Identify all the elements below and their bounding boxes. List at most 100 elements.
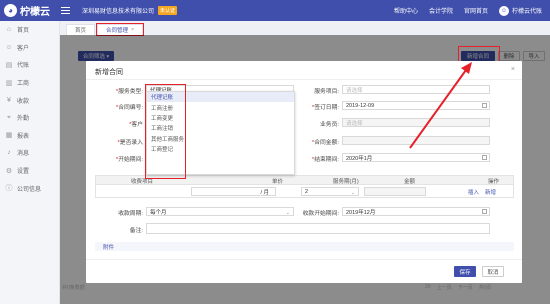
sidebar-item-label: 消息 (17, 151, 30, 158)
sidebar-item-label: 首页 (17, 28, 30, 35)
tab-bar: 首页 合同管理 × (60, 21, 550, 36)
user-icon: ☺ (5, 43, 13, 51)
amount-input[interactable] (342, 136, 490, 145)
end-period-input[interactable]: 2020年1月 (342, 153, 490, 162)
add-row-link[interactable]: 新增 (485, 188, 496, 196)
info-icon: ⓘ (5, 185, 13, 193)
verify-badge[interactable]: 未认证 (158, 6, 178, 15)
sidebar-item-label: 外勤 (17, 116, 30, 123)
renewal-label: *是否录入 (117, 140, 143, 146)
collect-start-label: 收款开始期间: (302, 211, 339, 217)
service-type-label: *服务类型: (115, 89, 143, 95)
service-item-select[interactable]: 请选择 (342, 85, 490, 94)
close-icon[interactable]: × (511, 66, 515, 73)
months-input[interactable]: 2 ⌄ (301, 187, 359, 196)
company-name: 深圳易财信息技术有限公司 (82, 9, 155, 15)
tab-label: 合同管理 (106, 28, 129, 34)
official-home-link[interactable]: 官网首页 (464, 6, 488, 15)
page-total: 共0页 (478, 285, 492, 291)
next-page-button[interactable]: 下一页 (458, 284, 473, 291)
close-icon[interactable]: × (131, 27, 134, 33)
avatar: ☺ (498, 5, 509, 16)
remark-input[interactable] (146, 223, 490, 234)
logo[interactable]: ◕ 柠檬云 (0, 3, 59, 18)
home-icon: ⌂ (6, 26, 12, 34)
attachment-link[interactable]: 附件 (95, 242, 514, 251)
help-center-link[interactable]: 帮助中心 (394, 6, 418, 15)
chart-icon: ▦ (5, 132, 13, 140)
gear-icon: ⚙ (5, 167, 13, 175)
brand-name: 柠檬云 (20, 7, 50, 18)
save-button[interactable]: 保存 (454, 266, 476, 277)
cancel-button[interactable]: 取消 (482, 266, 504, 277)
option-cancellation[interactable]: 工商注销 (147, 123, 294, 133)
sign-date-input[interactable]: 2019-12-09 (342, 101, 490, 110)
sidebar-item-reports[interactable]: ▦ 报表 (0, 127, 59, 145)
option-other-service[interactable]: 其他工商服务 (147, 134, 294, 144)
sidebar-item-label: 代账 (17, 63, 30, 70)
tab-home[interactable]: 首页 (66, 24, 96, 35)
sidebar-item-label: 收款 (17, 98, 30, 105)
calendar-icon (482, 103, 487, 108)
column-header: 单价 (272, 179, 284, 185)
sidebar-item-messages[interactable]: ♪ 消息 (0, 144, 59, 162)
building-icon: ▥ (5, 79, 13, 87)
amount-label: *合同金额: (311, 140, 339, 146)
remark-label: 备注: (129, 228, 143, 234)
chevron-down-icon: ⌄ (285, 210, 290, 216)
user-menu[interactable]: ☺ 柠檬云代账 (498, 5, 542, 16)
sidebar: ⌂ 首页 ☺ 客户 ▤ 代账 ▥ 工商 ¥ 收款 ⌖ 外勤 ▦ 报表 ♪ 消息 ⚙ 设置 ⓘ 公司信… (0, 21, 60, 304)
option-business-registration[interactable]: 工商登记 (147, 144, 294, 154)
sidebar-item-company-info[interactable]: ⓘ 公司信息 (0, 179, 59, 197)
money-icon: ¥ (7, 96, 11, 104)
accounting-academy-link[interactable]: 会计学院 (429, 6, 453, 15)
start-period-label: *开始期间: (115, 157, 143, 163)
column-header: 服务期(月) (333, 179, 359, 185)
sidebar-item-field[interactable]: ⌖ 外勤 (0, 109, 59, 127)
divider (86, 79, 522, 80)
service-item-label: 服务项目: (314, 89, 339, 95)
tab-label: 首页 (75, 28, 87, 34)
sidebar-item-label: 设置 (17, 169, 30, 176)
sign-date-label: *签订日期: (311, 105, 339, 111)
salesperson-label: 业务员: (319, 122, 339, 128)
divider (86, 259, 522, 260)
option-bookkeeping[interactable]: 代理记账 (147, 92, 294, 103)
collect-start-input[interactable]: 2019年12月 (342, 207, 490, 216)
top-bar: ◕ 柠檬云 深圳易财信息技术有限公司 未认证 帮助中心 会计学院 官网首页 ☺ … (0, 0, 550, 21)
page-size[interactable]: 20 (425, 284, 431, 291)
option-change[interactable]: 工商变更 (147, 113, 294, 123)
column-header: 操作 (488, 179, 500, 185)
prev-page-button[interactable]: 上一页 (437, 284, 452, 291)
sidebar-item-payments[interactable]: ¥ 收款 (0, 91, 59, 109)
customer-label: *客户 (129, 122, 143, 128)
salesperson-select[interactable]: 请选择 (342, 118, 490, 127)
service-type-dropdown: 代理记账 工商注册 工商变更 工商注销 其他工商服务 工商登记 (146, 91, 295, 175)
contract-no-label: *合同编号: (115, 105, 143, 111)
unit-price-input[interactable]: / 月 (191, 187, 276, 196)
collect-period-select[interactable]: 每个月 ⌄ (146, 207, 294, 216)
option-registration[interactable]: 工商注册 (147, 102, 294, 112)
book-icon: ▤ (5, 61, 13, 69)
insert-row-link[interactable]: 插入 (468, 188, 479, 196)
chevron-down-icon: ⌄ (350, 190, 355, 196)
bell-icon: ♪ (7, 149, 11, 157)
total-count: 共0条数据 (62, 285, 85, 291)
sidebar-item-settings[interactable]: ⚙ 设置 (0, 162, 59, 180)
tab-contract-management[interactable]: 合同管理 × (96, 23, 145, 36)
fee-amount-input[interactable] (364, 187, 426, 196)
table-row: / 月 2 ⌄ 插入 新增 (95, 185, 514, 198)
calendar-icon (482, 209, 487, 214)
calendar-icon (482, 155, 487, 160)
sidebar-item-bookkeeping[interactable]: ▤ 代账 (0, 56, 59, 74)
pager: 20 上一页 下一页 共0页 (425, 284, 491, 291)
fee-table-header: 收费项目 单价 服务期(月) 金额 操作 (95, 175, 514, 185)
sidebar-item-customers[interactable]: ☺ 客户 (0, 39, 59, 57)
column-header: 收费项目 (131, 179, 154, 185)
menu-toggle-icon[interactable] (61, 5, 70, 16)
sidebar-item-label: 报表 (17, 133, 30, 140)
sidebar-item-home[interactable]: ⌂ 首页 (0, 21, 59, 39)
user-name: 柠檬云代账 (511, 9, 542, 15)
end-period-label: *结束期间: (311, 157, 339, 163)
sidebar-item-business[interactable]: ▥ 工商 (0, 74, 59, 92)
